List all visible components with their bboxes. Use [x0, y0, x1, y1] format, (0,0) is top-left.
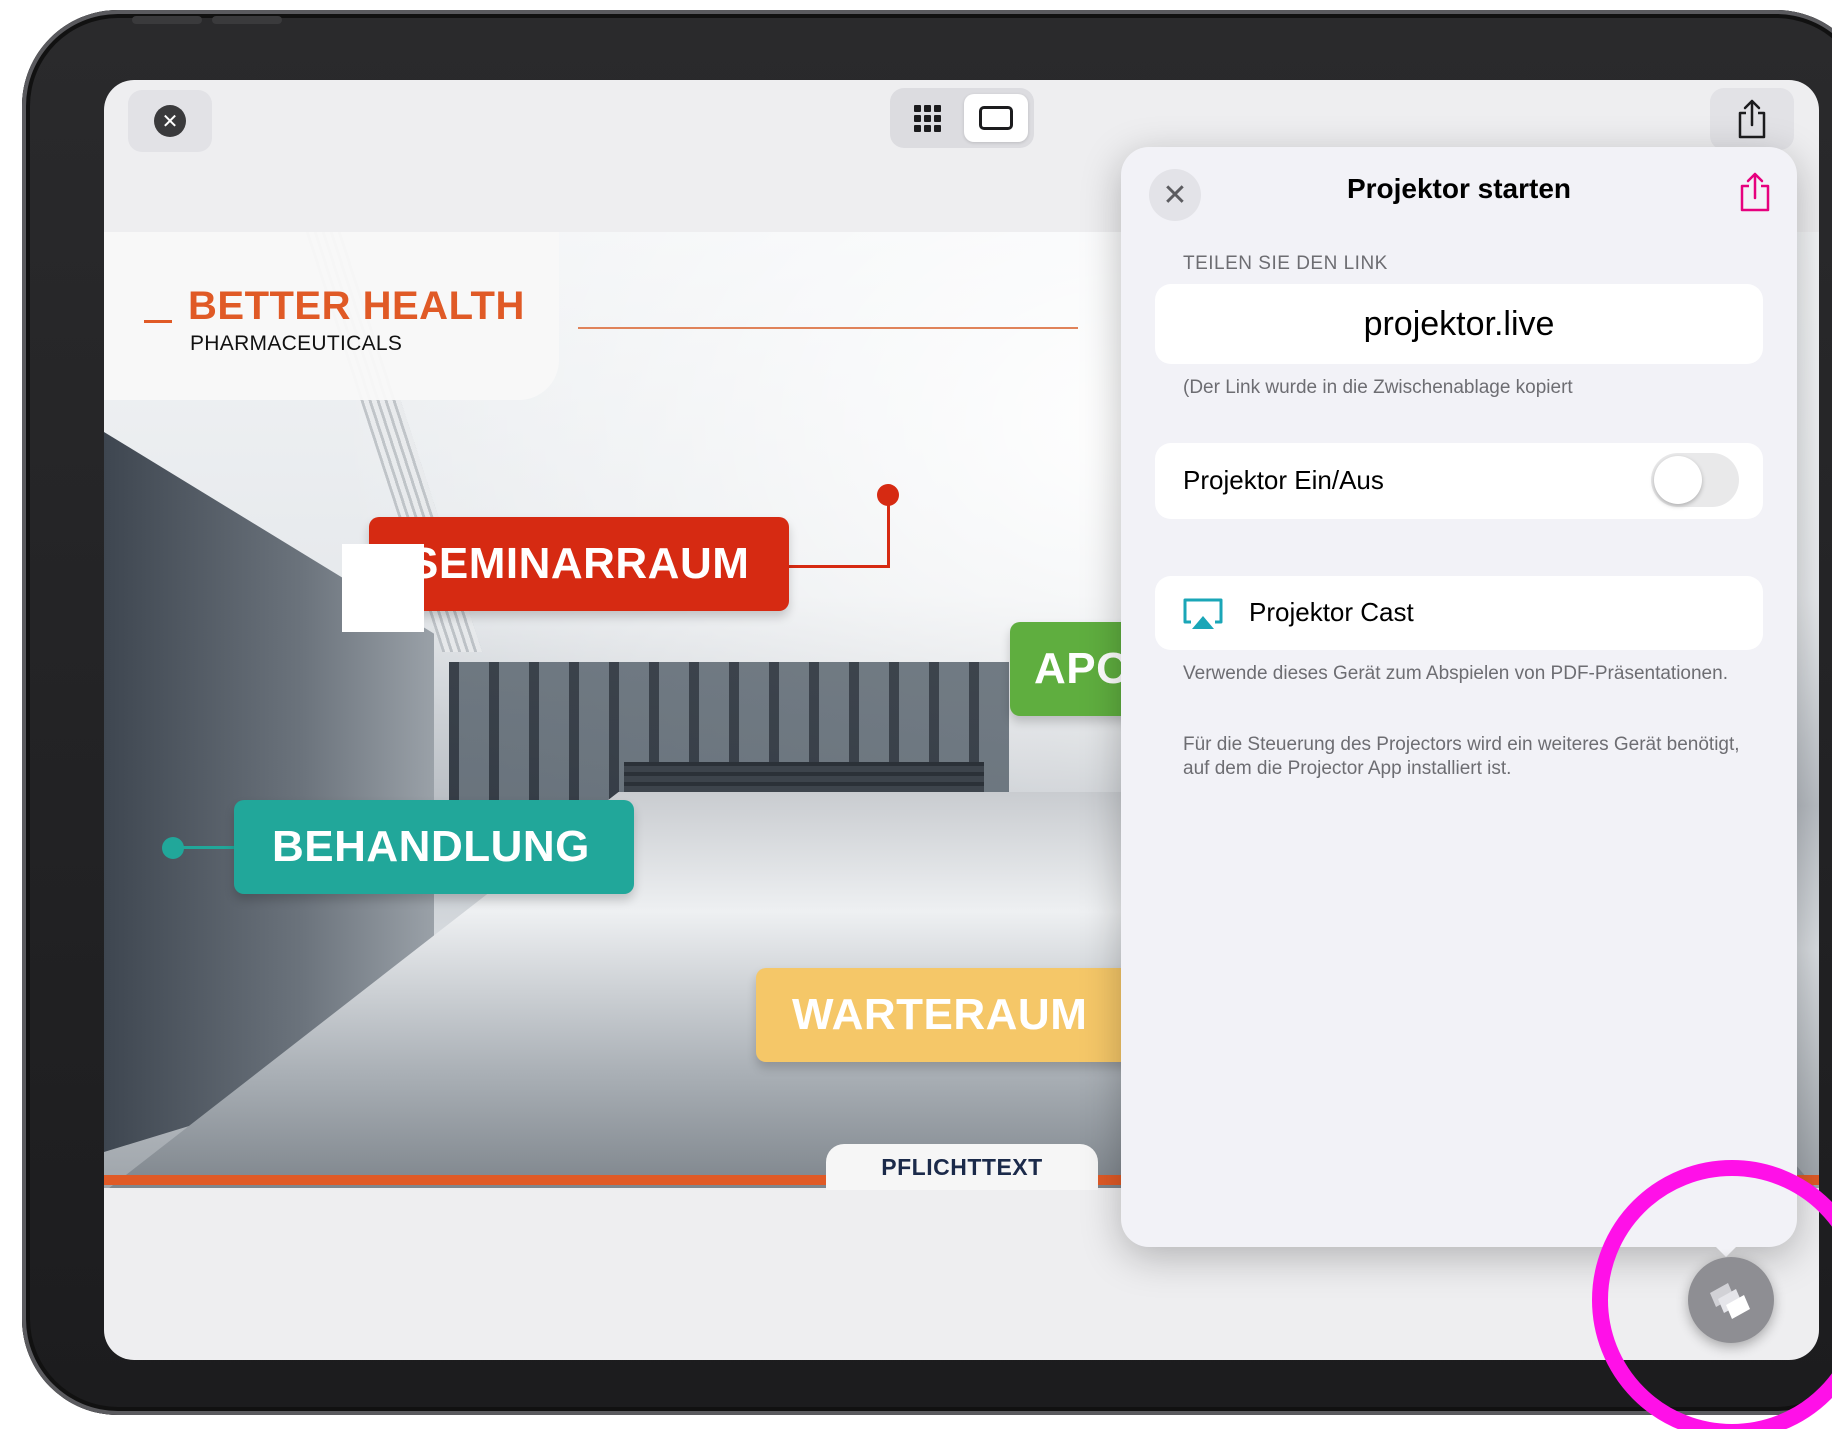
room-label-warteraum[interactable]: WARTERAUM — [756, 968, 1176, 1062]
behandlung-connector — [172, 846, 234, 849]
close-circle-icon: ✕ — [154, 105, 186, 137]
panel-share-button[interactable] — [1735, 167, 1775, 217]
section-header: TEILEN SIE DEN LINK — [1183, 253, 1388, 274]
link-copied-note: (Der Link wurde in die Zwischenablage ko… — [1183, 377, 1573, 398]
logo-title: BETTER HEALTH — [188, 284, 525, 328]
toggle-label: Projektor Ein/Aus — [1183, 465, 1384, 495]
seminar-connector — [789, 565, 890, 568]
header-rule — [578, 327, 1078, 329]
share-button[interactable] — [1710, 88, 1794, 150]
share-icon — [1738, 99, 1766, 139]
logo-subtitle: PHARMACEUTICALS — [190, 332, 403, 355]
logo-dash — [144, 320, 172, 323]
grid-icon — [913, 104, 941, 132]
projector-toggle-switch[interactable] — [1651, 453, 1739, 507]
view-mode-segmented-control — [890, 88, 1034, 148]
screen: ✕ BETTER HEALTH PHARMACEUTICALS SEMINARR… — [104, 80, 1819, 1360]
seminar-connector — [887, 495, 890, 567]
pflichttext-tab[interactable]: PFLICHTTEXT — [826, 1144, 1098, 1190]
share-icon — [1740, 172, 1770, 212]
volume-button — [212, 16, 282, 24]
cast-description: Verwende dieses Gerät zum Abspielen von … — [1183, 663, 1728, 684]
grid-view-button[interactable] — [896, 94, 958, 142]
airplay-icon — [1183, 598, 1223, 629]
switch-knob — [1654, 456, 1702, 504]
white-placeholder-box — [342, 544, 424, 632]
single-slide-icon — [979, 106, 1013, 130]
ipad-device: ✕ BETTER HEALTH PHARMACEUTICALS SEMINARR… — [22, 10, 1832, 1415]
projector-link[interactable]: projektor.live — [1155, 284, 1763, 364]
projector-toggle-row: Projektor Ein/Aus — [1155, 443, 1763, 519]
cast-label: Projektor Cast — [1249, 597, 1414, 627]
logo-card: BETTER HEALTH PHARMACEUTICALS — [104, 232, 559, 400]
room-label-seminarraum[interactable]: SEMINARRAUM — [369, 517, 789, 611]
projector-cast-row[interactable]: Projektor Cast — [1155, 576, 1763, 650]
close-button[interactable]: ✕ — [128, 90, 212, 152]
single-slide-view-button[interactable] — [964, 94, 1028, 142]
volume-button — [132, 16, 202, 24]
panel-title: Projektor starten — [1346, 173, 1572, 204]
cast-requirement-note: Für die Steuerung des Projectors wird ei… — [1183, 734, 1740, 779]
room-label-behandlung[interactable]: BEHANDLUNG — [234, 800, 634, 894]
projector-popover: ✕ Projektor starten TEILEN SIE DEN LINK … — [1121, 147, 1797, 1247]
